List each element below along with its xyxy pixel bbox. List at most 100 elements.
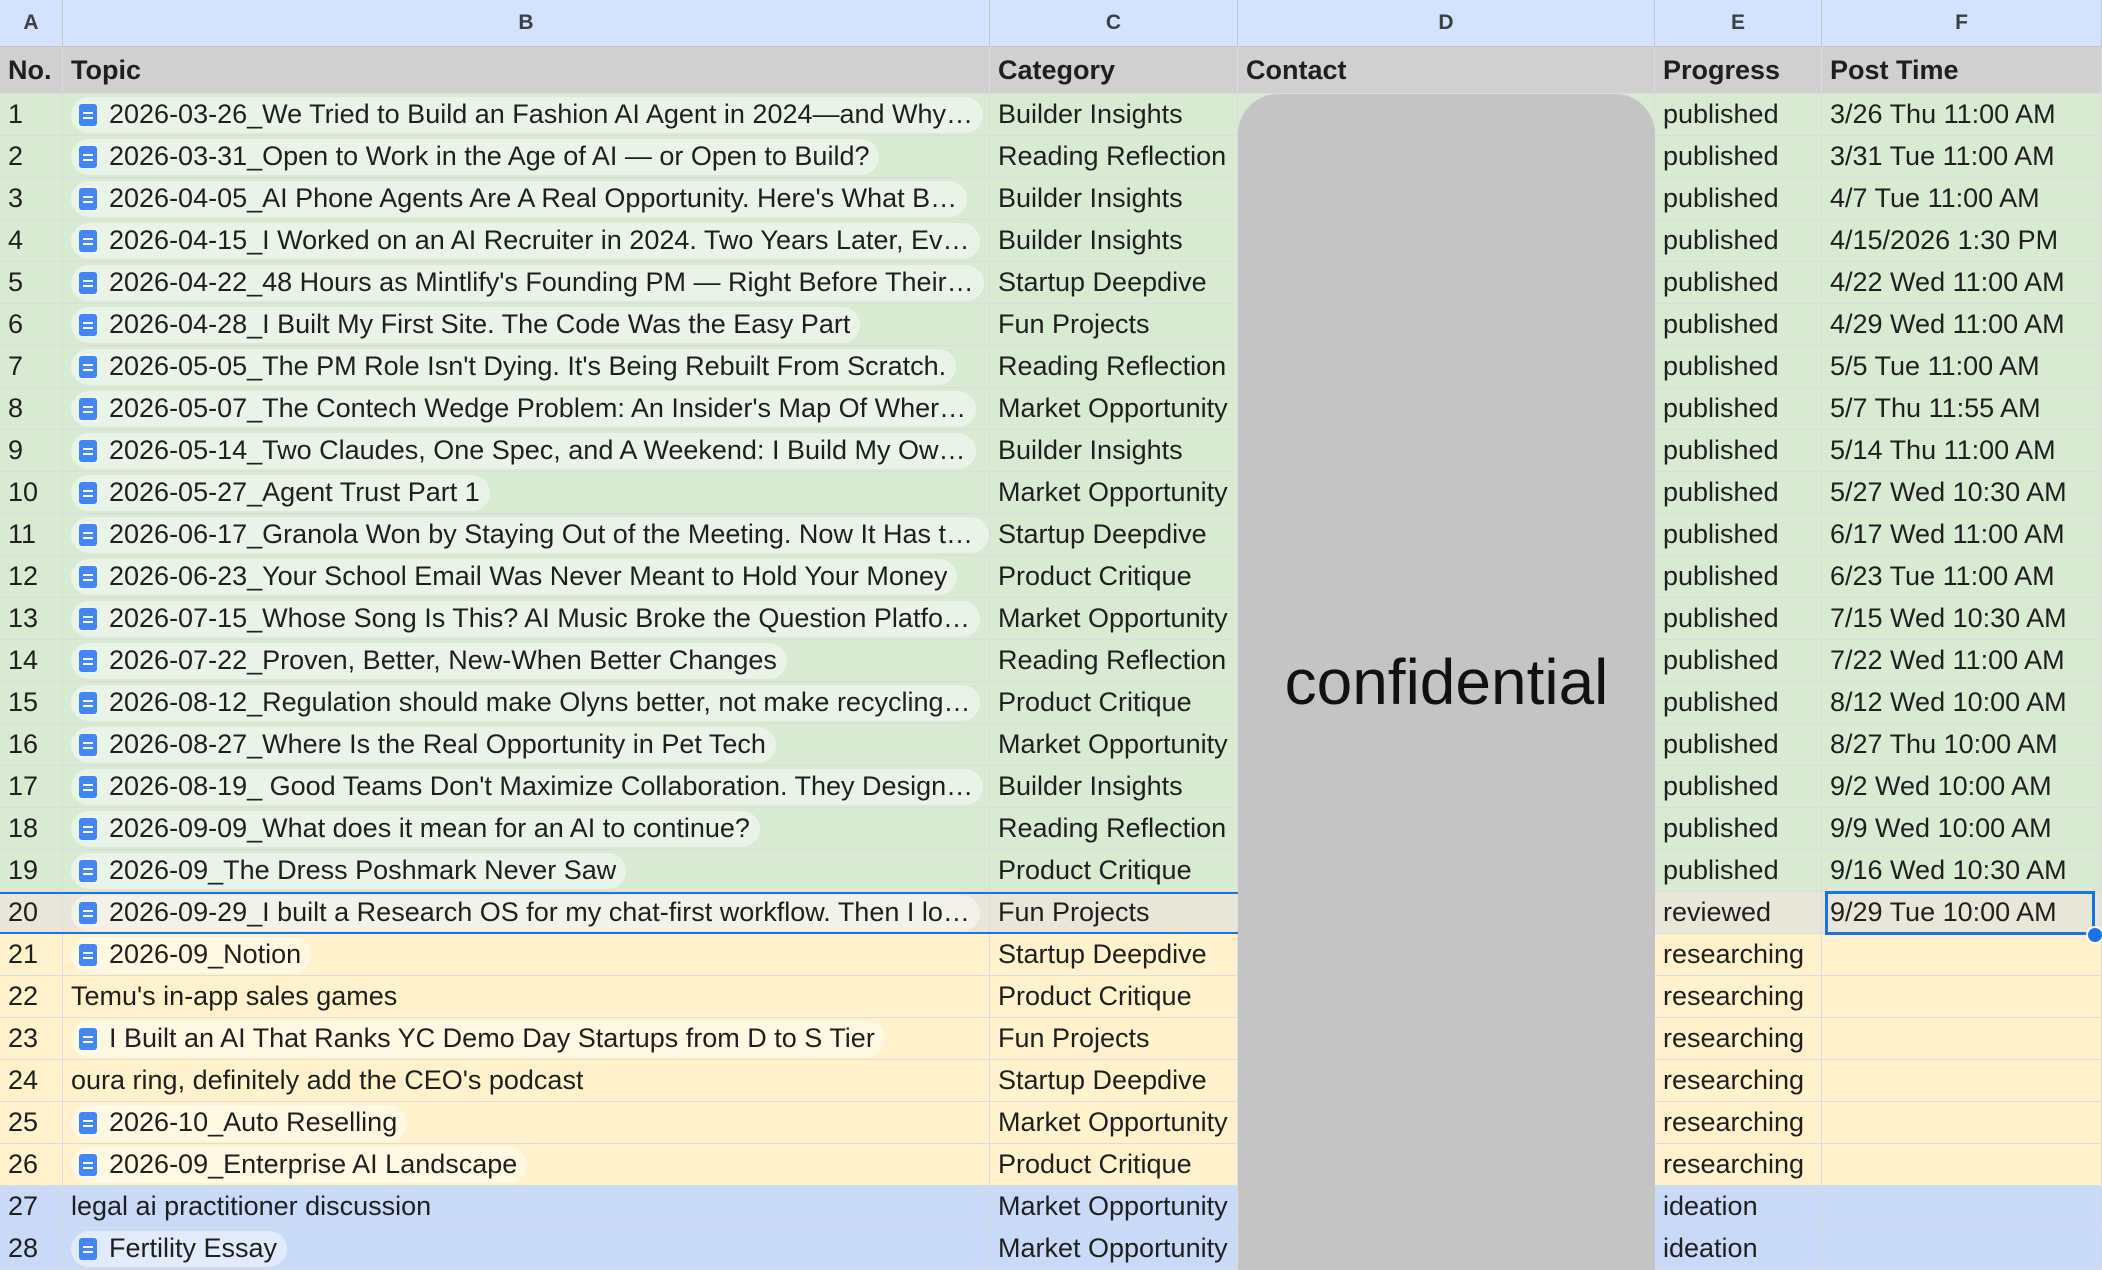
cell-topic[interactable]: 2026-06-23_Your School Email Was Never M… [63,556,990,597]
cell-category[interactable]: Market Opportunity [990,724,1238,765]
doc-link-chip[interactable]: 2026-06-23_Your School Email Was Never M… [71,558,958,595]
cell-post-time[interactable] [1822,934,2102,975]
cell-progress[interactable]: published [1655,556,1822,597]
cell-post-time[interactable] [1822,1144,2102,1185]
cell-no[interactable]: 11 [0,514,63,555]
cell-no[interactable]: 15 [0,682,63,723]
cell-progress[interactable]: published [1655,178,1822,219]
cell-progress[interactable]: published [1655,766,1822,807]
column-header-f[interactable]: F [1822,0,2102,47]
cell-category[interactable]: Reading Reflection [990,640,1238,681]
cell-post-time[interactable] [1822,1228,2102,1269]
cell-category[interactable]: Reading Reflection [990,346,1238,387]
cell-no[interactable]: 6 [0,304,63,345]
cell-no[interactable]: 17 [0,766,63,807]
cell-category[interactable]: Product Critique [990,556,1238,597]
cell-no[interactable]: 18 [0,808,63,849]
doc-link-chip[interactable]: 2026-09_Notion [71,936,312,973]
doc-link-chip[interactable]: 2026-08-12_Regulation should make Olyns … [71,684,981,721]
cell-post-time[interactable]: 8/27 Thu 10:00 AM [1822,724,2102,765]
cell-topic[interactable]: 2026-07-15_Whose Song Is This? AI Music … [63,598,990,639]
cell-progress[interactable]: researching [1655,1102,1822,1143]
cell-category[interactable]: Reading Reflection [990,136,1238,177]
cell-topic[interactable]: 2026-03-31_Open to Work in the Age of AI… [63,136,990,177]
cell-no[interactable]: 27 [0,1186,63,1227]
header-cell-progress[interactable]: Progress [1655,47,1822,93]
doc-link-chip[interactable]: 2026-09_The Dress Poshmark Never Saw [71,852,627,889]
cell-progress[interactable]: reviewed [1655,892,1822,933]
cell-topic[interactable]: 2026-10_Auto Reselling [63,1102,990,1143]
cell-post-time[interactable]: 9/2 Wed 10:00 AM [1822,766,2102,807]
header-cell-no[interactable]: No. [0,47,63,93]
cell-post-time[interactable]: 4/22 Wed 11:00 AM [1822,262,2102,303]
cell-topic[interactable]: 2026-04-22_48 Hours as Mintlify's Foundi… [63,262,990,303]
cell-category[interactable]: Builder Insights [990,220,1238,261]
cell-category[interactable]: Builder Insights [990,178,1238,219]
cell-category[interactable]: Builder Insights [990,766,1238,807]
cell-topic[interactable]: 2026-04-05_AI Phone Agents Are A Real Op… [63,178,990,219]
doc-link-chip[interactable]: 2026-08-19_ Good Teams Don't Maximize Co… [71,768,984,805]
cell-progress[interactable]: published [1655,598,1822,639]
cell-category[interactable]: Market Opportunity [990,1186,1238,1227]
cell-topic[interactable]: 2026-05-07_The Contech Wedge Problem: An… [63,388,990,429]
cell-category[interactable]: Startup Deepdive [990,1060,1238,1101]
cell-post-time[interactable]: 6/17 Wed 11:00 AM [1822,514,2102,555]
cell-topic[interactable]: oura ring, definitely add the CEO's podc… [63,1060,990,1101]
cell-post-time[interactable] [1822,1018,2102,1059]
cell-no[interactable]: 9 [0,430,63,471]
doc-link-chip[interactable]: 2026-04-28_I Built My First Site. The Co… [71,306,861,343]
cell-progress[interactable]: ideation [1655,1228,1822,1269]
cell-category[interactable]: Fun Projects [990,892,1238,933]
cell-no[interactable]: 21 [0,934,63,975]
doc-link-chip[interactable]: 2026-10_Auto Reselling [71,1104,408,1141]
cell-topic[interactable]: 2026-08-19_ Good Teams Don't Maximize Co… [63,766,990,807]
cell-post-time[interactable]: 9/9 Wed 10:00 AM [1822,808,2102,849]
cell-topic[interactable]: Fertility Essay [63,1228,990,1269]
cell-progress[interactable]: published [1655,724,1822,765]
cell-progress[interactable]: researching [1655,976,1822,1017]
header-cell-post-time[interactable]: Post Time [1822,47,2102,93]
cell-progress[interactable]: researching [1655,1144,1822,1185]
cell-post-time[interactable]: 7/15 Wed 10:30 AM [1822,598,2102,639]
header-cell-category[interactable]: Category [990,47,1238,93]
doc-link-chip[interactable]: 2026-03-26_We Tried to Build an Fashion … [71,96,984,133]
cell-post-time[interactable]: 5/14 Thu 11:00 AM [1822,430,2102,471]
doc-link-chip[interactable]: 2026-05-27_Agent Trust Part 1 [71,474,490,511]
cell-category[interactable]: Market Opportunity [990,1228,1238,1269]
cell-no[interactable]: 25 [0,1102,63,1143]
cell-category[interactable]: Product Critique [990,682,1238,723]
cell-category[interactable]: Builder Insights [990,94,1238,135]
cell-topic[interactable]: Temu's in-app sales games [63,976,990,1017]
header-cell-contact[interactable]: Contact [1238,47,1655,93]
cell-topic[interactable]: 2026-04-15_I Worked on an AI Recruiter i… [63,220,990,261]
cell-category[interactable]: Startup Deepdive [990,514,1238,555]
cell-no[interactable]: 12 [0,556,63,597]
cell-category[interactable]: Startup Deepdive [990,934,1238,975]
cell-topic[interactable]: 2026-03-26_We Tried to Build an Fashion … [63,94,990,135]
cell-progress[interactable]: published [1655,262,1822,303]
cell-post-time[interactable] [1822,1060,2102,1101]
cell-progress[interactable]: published [1655,808,1822,849]
cell-topic[interactable]: 2026-07-22_Proven, Better, New-When Bett… [63,640,990,681]
doc-link-chip[interactable]: 2026-05-07_The Contech Wedge Problem: An… [71,390,977,427]
doc-link-chip[interactable]: 2026-04-15_I Worked on an AI Recruiter i… [71,222,980,259]
cell-no[interactable]: 23 [0,1018,63,1059]
cell-topic[interactable]: 2026-05-27_Agent Trust Part 1 [63,472,990,513]
cell-category[interactable]: Product Critique [990,1144,1238,1185]
cell-progress[interactable]: published [1655,640,1822,681]
cell-progress[interactable]: published [1655,94,1822,135]
cell-post-time[interactable] [1822,1102,2102,1143]
cell-post-time[interactable] [1822,976,2102,1017]
cell-category[interactable]: Product Critique [990,850,1238,891]
cell-no[interactable]: 7 [0,346,63,387]
cell-no[interactable]: 10 [0,472,63,513]
cell-no[interactable]: 2 [0,136,63,177]
cell-topic[interactable]: 2026-08-12_Regulation should make Olyns … [63,682,990,723]
cell-progress[interactable]: published [1655,514,1822,555]
cell-post-time[interactable]: 7/22 Wed 11:00 AM [1822,640,2102,681]
doc-link-chip[interactable]: 2026-06-17_Granola Won by Staying Out of… [71,516,989,553]
cell-progress[interactable]: published [1655,388,1822,429]
cell-progress[interactable]: researching [1655,934,1822,975]
cell-post-time[interactable]: 8/12 Wed 10:00 AM [1822,682,2102,723]
cell-topic[interactable]: I Built an AI That Ranks YC Demo Day Sta… [63,1018,990,1059]
